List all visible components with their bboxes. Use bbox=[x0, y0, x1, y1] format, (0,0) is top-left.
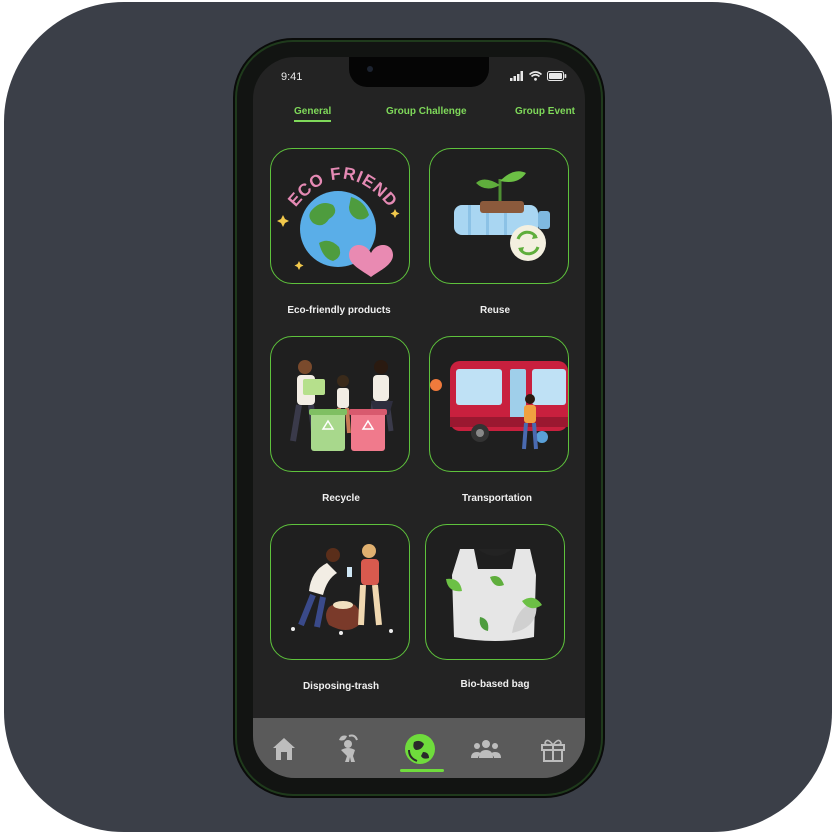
category-card-eco-friendly[interactable]: ECO FRIENDLY bbox=[270, 148, 410, 284]
recycle-people-bins-illustration bbox=[290, 360, 394, 451]
category-card-recycle[interactable] bbox=[270, 336, 410, 472]
home-icon bbox=[273, 738, 295, 760]
category-label-transportation: Transportation bbox=[461, 493, 532, 504]
nav-community-button[interactable] bbox=[469, 732, 503, 766]
gift-icon bbox=[541, 739, 565, 762]
app-screen: 9:41 General Group Challenge Group Event… bbox=[253, 57, 585, 778]
category-label-eco-friendly: Eco-friendly products bbox=[287, 305, 391, 316]
tab-group-challenge[interactable]: Group Challenge bbox=[386, 106, 467, 117]
tab-bar: General Group Challenge Group Event bbox=[253, 106, 585, 126]
wifi-icon bbox=[529, 71, 542, 81]
bottom-navigation bbox=[253, 718, 585, 778]
category-label-disposing-trash: Disposing-trash bbox=[302, 681, 380, 692]
category-card-disposing-trash[interactable] bbox=[270, 524, 410, 660]
tab-group-event[interactable]: Group Event bbox=[515, 106, 575, 117]
category-card-bio-based-bag[interactable] bbox=[425, 524, 565, 660]
eco-friendly-earth-illustration: ECO FRIENDLY bbox=[271, 149, 400, 277]
status-time: 9:41 bbox=[281, 71, 303, 83]
earth-recycle-icon bbox=[405, 734, 435, 764]
category-label-reuse: Reuse bbox=[479, 305, 510, 316]
bus-transport-illustration bbox=[430, 361, 568, 450]
nav-earth-button[interactable] bbox=[403, 732, 437, 766]
tab-general[interactable]: General bbox=[294, 106, 332, 122]
category-label-bio-based-bag: Bio-based bag bbox=[460, 679, 530, 690]
category-card-transportation[interactable] bbox=[429, 336, 569, 472]
category-label-recycle: Recycle bbox=[322, 493, 360, 504]
nav-eco-person-button[interactable] bbox=[331, 732, 365, 766]
battery-icon bbox=[547, 71, 567, 81]
nav-home-button[interactable] bbox=[267, 732, 301, 766]
reuse-plant-bottle-illustration bbox=[454, 171, 550, 261]
eco-person-icon bbox=[339, 734, 358, 762]
signal-icon bbox=[510, 71, 523, 81]
camera-icon bbox=[367, 66, 373, 72]
phone-notch bbox=[349, 57, 489, 87]
nav-gift-button[interactable] bbox=[536, 732, 570, 766]
status-icons bbox=[510, 71, 567, 81]
nav-active-indicator bbox=[400, 769, 444, 772]
bio-bag-leaves-illustration bbox=[446, 549, 542, 641]
category-card-reuse[interactable] bbox=[429, 148, 569, 284]
community-icon bbox=[471, 740, 501, 758]
people-cleaning-trash-illustration bbox=[291, 544, 393, 635]
